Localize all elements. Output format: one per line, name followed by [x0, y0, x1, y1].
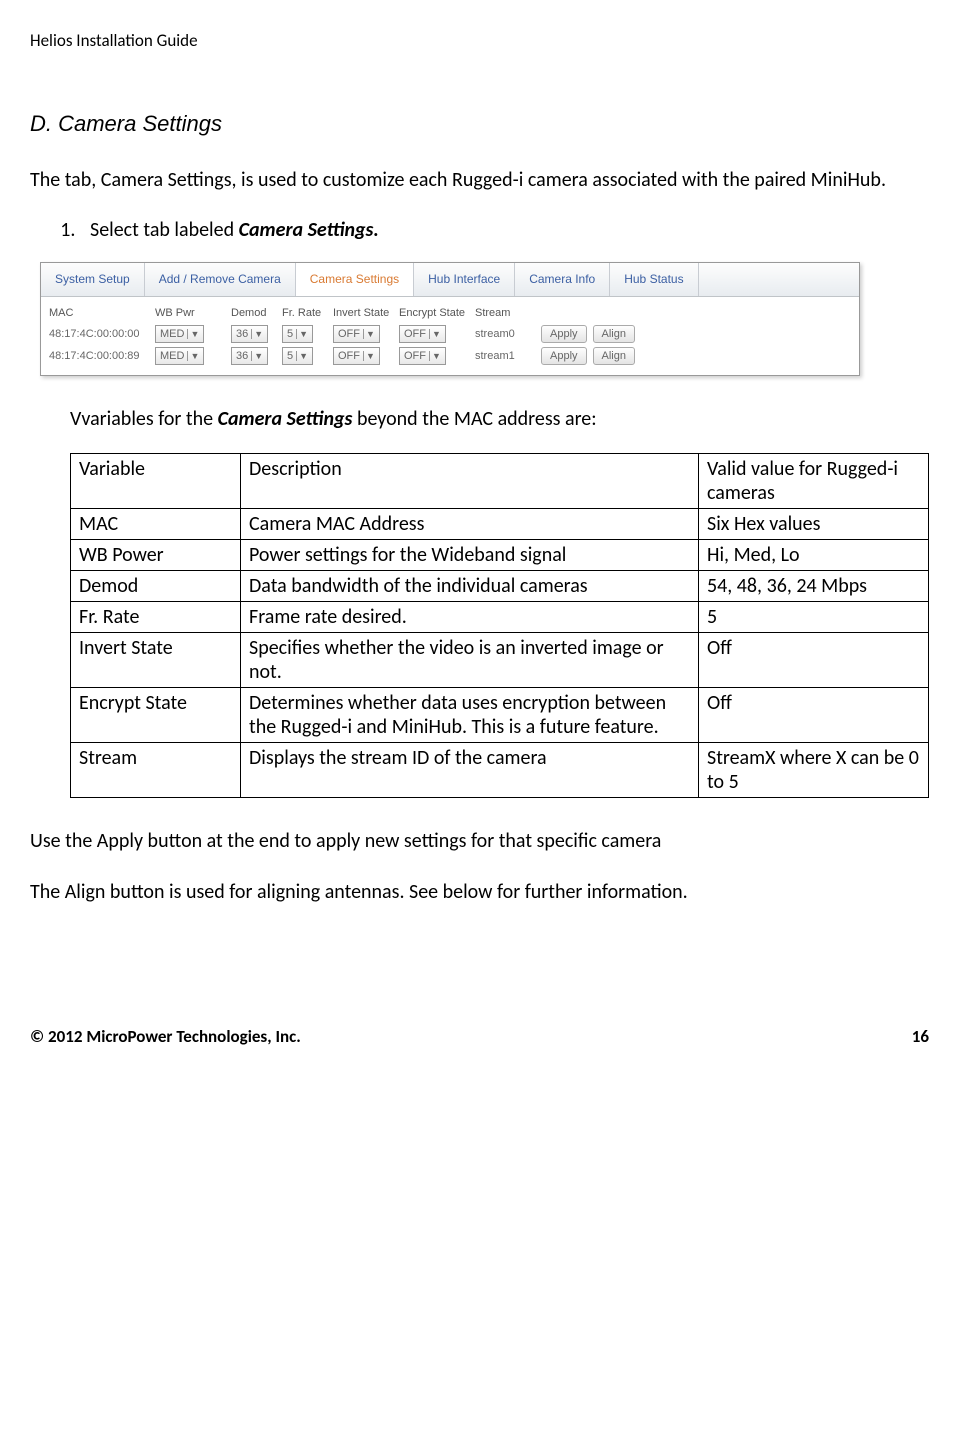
encrypt-select[interactable]: OFF▼	[399, 347, 446, 365]
fr-select[interactable]: 5▼	[282, 347, 313, 365]
tab-system-setup[interactable]: System Setup	[41, 263, 145, 296]
align-button[interactable]: Align	[593, 325, 635, 343]
apply-button[interactable]: Apply	[541, 325, 587, 343]
chevron-down-icon: ▼	[296, 351, 310, 361]
encrypt-select[interactable]: OFF▼	[399, 325, 446, 343]
wb-select[interactable]: MED▼	[155, 347, 204, 365]
demod-select[interactable]: 36▼	[231, 347, 268, 365]
fr-select[interactable]: 5▼	[282, 325, 313, 343]
col-invert: Invert State	[333, 307, 393, 319]
col-demod: Demod	[231, 307, 276, 319]
chevron-down-icon: ▼	[363, 351, 377, 361]
mac-value: 48:17:4C:00:00:89	[49, 350, 149, 362]
th-description: Description	[241, 454, 699, 509]
tab-hub-status[interactable]: Hub Status	[610, 263, 698, 296]
table-row: 48:17:4C:00:00:89 MED▼ 36▼ 5▼ OFF▼ OFF▼ …	[49, 345, 851, 367]
demod-select[interactable]: 36▼	[231, 325, 268, 343]
camera-settings-screenshot: System Setup Add / Remove Camera Camera …	[40, 262, 860, 376]
step-1-bold: Camera Settings.	[239, 218, 379, 242]
table-header-row: Variable Description Valid value for Rug…	[71, 454, 929, 509]
th-variable: Variable	[71, 454, 241, 509]
chevron-down-icon: ▼	[363, 329, 377, 339]
variables-table: Variable Description Valid value for Rug…	[70, 453, 929, 798]
table-row: DemodData bandwidth of the individual ca…	[71, 571, 929, 602]
step-1-text: Select tab labeled	[90, 218, 239, 242]
vars-intro-bold: Camera Settings	[218, 407, 353, 431]
section-heading: D. Camera Settings	[30, 111, 929, 137]
table-row: MACCamera MAC AddressSix Hex values	[71, 509, 929, 540]
table-row: 48:17:4C:00:00:00 MED▼ 36▼ 5▼ OFF▼ OFF▼ …	[49, 323, 851, 345]
mac-value: 48:17:4C:00:00:00	[49, 328, 149, 340]
footer-copyright: © 2012 MicroPower Technologies, Inc.	[30, 1026, 301, 1047]
chevron-down-icon: ▼	[296, 329, 310, 339]
table-row: Fr. RateFrame rate desired.5	[71, 602, 929, 633]
chevron-down-icon: ▼	[251, 329, 265, 339]
table-row: Encrypt StateDetermines whether data use…	[71, 688, 929, 743]
footer: © 2012 MicroPower Technologies, Inc. 16	[30, 1026, 929, 1047]
tab-add-remove-camera[interactable]: Add / Remove Camera	[145, 263, 296, 296]
after-para-2: The Align button is used for aligning an…	[30, 879, 929, 906]
align-button[interactable]: Align	[593, 347, 635, 365]
vars-intro-suffix: beyond the MAC address are:	[352, 407, 596, 431]
table-row: StreamDisplays the stream ID of the came…	[71, 743, 929, 798]
invert-select[interactable]: OFF▼	[333, 347, 380, 365]
vars-intro-prefix: Vvariables for the	[70, 407, 218, 431]
col-encrypt: Encrypt State	[399, 307, 469, 319]
wb-select[interactable]: MED▼	[155, 325, 204, 343]
settings-header-row: MAC WB Pwr Demod Fr. Rate Invert State E…	[49, 303, 851, 323]
table-row: WB PowerPower settings for the Wideband …	[71, 540, 929, 571]
apply-button[interactable]: Apply	[541, 347, 587, 365]
th-valid: Valid value for Rugged-i cameras	[699, 454, 929, 509]
page-number: 16	[912, 1026, 929, 1047]
tab-camera-info[interactable]: Camera Info	[515, 263, 610, 296]
chevron-down-icon: ▼	[429, 329, 443, 339]
table-row: Invert StateSpecifies whether the video …	[71, 633, 929, 688]
invert-select[interactable]: OFF▼	[333, 325, 380, 343]
step-1: Select tab labeled Camera Settings.	[80, 218, 929, 242]
chevron-down-icon: ▼	[187, 329, 201, 339]
chevron-down-icon: ▼	[251, 351, 265, 361]
col-frrate: Fr. Rate	[282, 307, 327, 319]
settings-grid: MAC WB Pwr Demod Fr. Rate Invert State E…	[41, 297, 859, 375]
chevron-down-icon: ▼	[429, 351, 443, 361]
tab-bar: System Setup Add / Remove Camera Camera …	[41, 263, 859, 297]
tab-hub-interface[interactable]: Hub Interface	[414, 263, 515, 296]
vars-intro: Vvariables for the Camera Settings beyon…	[70, 406, 929, 433]
tab-camera-settings[interactable]: Camera Settings	[296, 263, 414, 296]
stream-label: stream0	[475, 328, 535, 340]
col-stream: Stream	[475, 307, 535, 319]
stream-label: stream1	[475, 350, 535, 362]
col-wbpwr: WB Pwr	[155, 307, 225, 319]
doc-header: Helios Installation Guide	[30, 30, 929, 51]
intro-paragraph: The tab, Camera Settings, is used to cus…	[30, 167, 929, 194]
chevron-down-icon: ▼	[187, 351, 201, 361]
col-mac: MAC	[49, 307, 149, 319]
after-para-1: Use the Apply button at the end to apply…	[30, 828, 929, 855]
